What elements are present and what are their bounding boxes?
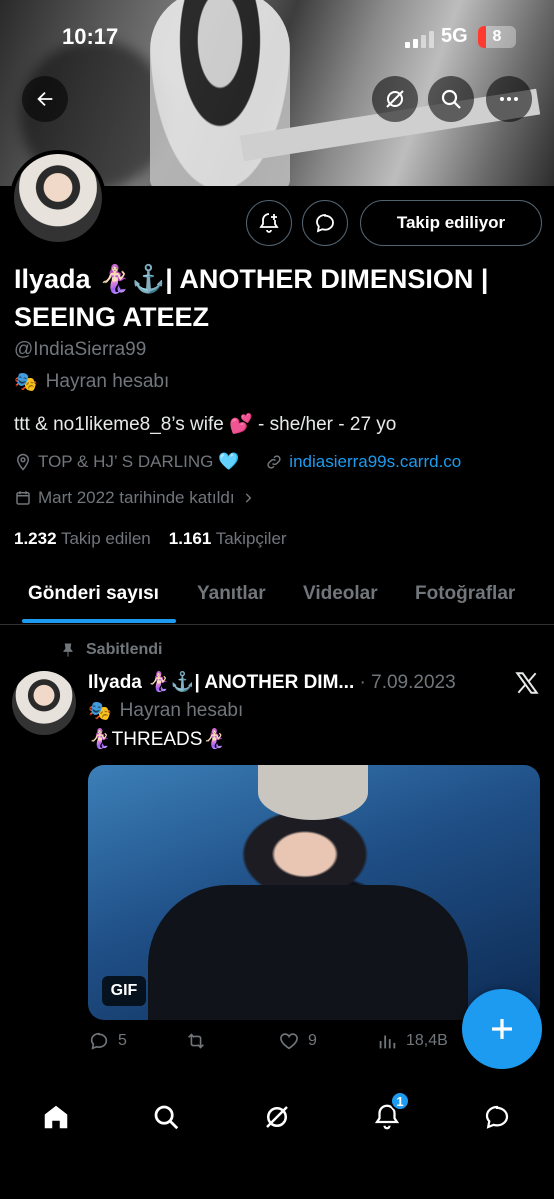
plus-icon [492, 1019, 512, 1039]
back-button[interactable] [22, 76, 68, 122]
repost-button[interactable] [184, 1030, 208, 1052]
signal-icon [405, 30, 434, 48]
location-pin-icon [16, 453, 30, 471]
bell-plus-icon [259, 213, 279, 233]
home-icon [44, 1105, 68, 1129]
battery-icon: 8 [478, 26, 516, 48]
pinned-indicator: Sabitlendi [60, 641, 162, 659]
post-text: 🧜🏻‍♀️THREADS🧜🏻‍♀️ [88, 729, 227, 750]
profile-meta-location: TOP & HJ’ S DARLING 🩵 indiasierra99s.car… [14, 452, 461, 472]
status-time: 10:17 [62, 24, 119, 49]
nav-messages[interactable] [472, 1097, 522, 1137]
pin-icon [63, 643, 73, 657]
heart-icon [280, 1033, 298, 1050]
following-button[interactable]: Takip ediliyor [360, 200, 542, 246]
followers-label: Takipçiler [215, 529, 287, 548]
more-horizontal-icon [500, 97, 518, 101]
followers-link[interactable]: 1.161 Takipçiler [169, 529, 287, 549]
nav-notifications[interactable]: 1 [362, 1091, 412, 1137]
theater-mask-icon: 🎭 [88, 701, 112, 722]
post-date: · 7.09.2023 [359, 672, 456, 693]
tab-replies[interactable]: Yanıtlar [197, 565, 266, 623]
tab-videos[interactable]: Videolar [303, 565, 378, 623]
tab-posts[interactable]: Gönderi sayısı [22, 565, 176, 623]
like-button[interactable]: 9 [278, 1030, 317, 1052]
location-text: TOP & HJ’ S DARLING 🩵 [38, 452, 240, 471]
post-author[interactable]: Ilyada 🧜🏻‍♀️⚓️| ANOTHER DIM... [88, 672, 354, 693]
following-link[interactable]: 1.232 Takip edilen [14, 529, 151, 549]
grok-icon [266, 1106, 288, 1128]
arrow-left-icon [37, 91, 53, 107]
profile-bio: ttt & no1likeme8_8’s wife 💕 - she/her - … [14, 414, 397, 435]
tab-videos-label: Videolar [303, 583, 378, 604]
profile-handle: @IndiaSierra99 [14, 339, 147, 360]
following-label: Takip edilen [60, 529, 151, 548]
search-button[interactable] [428, 76, 474, 122]
bottom-navigation: 1 [0, 1075, 554, 1199]
theater-mask-icon: 🎭 [14, 372, 38, 393]
tab-photos-label: Fotoğraflar [415, 583, 516, 604]
grok-icon [386, 90, 404, 108]
notify-button[interactable] [246, 200, 292, 246]
link-icon [267, 455, 281, 469]
media-figure-body [148, 885, 468, 1020]
profile-meta-joined[interactable]: Mart 2022 tarihinde katıldı [14, 488, 255, 508]
profile-name: Ilyada 🧜🏻‍♀️⚓️| ANOTHER DIMENSION | SEEI… [14, 264, 489, 332]
post-avatar[interactable] [12, 671, 76, 735]
category-label: Hayran hesabı [45, 371, 170, 392]
x-logo-icon [515, 672, 539, 694]
followers-count: 1.161 [168, 529, 212, 548]
more-button[interactable] [486, 76, 532, 122]
repost-icon [188, 1033, 204, 1049]
profile-category: 🎭 Hayran hesabı [14, 370, 169, 394]
reply-button[interactable]: 5 [88, 1030, 127, 1052]
message-button[interactable] [302, 200, 348, 246]
like-count: 9 [308, 1032, 317, 1049]
follow-counts: 1.232 Takip edilen 1.161 Takipçiler [14, 529, 287, 549]
post-header: Ilyada 🧜🏻‍♀️⚓️| ANOTHER DIM... · 7.09.20… [88, 670, 498, 694]
joined-text: Mart 2022 tarihinde katıldı [38, 488, 235, 507]
nav-home[interactable] [31, 1097, 81, 1137]
pinned-label: Sabitlendi [86, 641, 163, 658]
search-icon [154, 1105, 179, 1130]
status-bar: 10:17 5G 8 [0, 22, 554, 54]
notification-badge: 1 [390, 1091, 410, 1111]
gif-badge: GIF [102, 976, 146, 1006]
tab-photos[interactable]: Fotoğraflar [415, 565, 515, 623]
view-count: 18,4B [406, 1032, 448, 1049]
post-category-label: Hayran hesabı [119, 700, 244, 721]
profile-avatar[interactable] [10, 150, 106, 246]
profile-tabs: Gönderi sayısı Yanıtlar Videolar Fotoğra… [0, 565, 554, 625]
mail-icon [485, 1105, 509, 1129]
message-bubble-icon [316, 214, 334, 233]
views-button[interactable]: 18,4B [376, 1030, 448, 1052]
views-icon [379, 1035, 396, 1049]
chevron-right-icon [245, 493, 251, 503]
tab-posts-label: Gönderi sayısı [28, 583, 159, 604]
following-count: 1.232 [14, 529, 57, 548]
network-label: 5G [441, 25, 468, 47]
calendar-icon [16, 491, 30, 505]
media-figure-hair [258, 765, 368, 820]
post-category: 🎭 Hayran hesabı [88, 699, 243, 723]
search-icon [441, 89, 461, 109]
website-link[interactable]: indiasierra99s.carrd.co [289, 452, 461, 472]
nav-search[interactable] [141, 1097, 191, 1137]
post-x-button[interactable] [514, 670, 540, 701]
compose-button[interactable] [462, 989, 542, 1069]
post-media-gif[interactable] [88, 765, 540, 1020]
tab-active-indicator [22, 619, 176, 623]
reply-icon [90, 1032, 108, 1050]
tab-replies-label: Yanıtlar [197, 583, 266, 604]
nav-grok[interactable] [252, 1097, 302, 1137]
grok-button[interactable] [372, 76, 418, 122]
battery-level: 8 [492, 28, 502, 45]
reply-count: 5 [118, 1032, 127, 1049]
